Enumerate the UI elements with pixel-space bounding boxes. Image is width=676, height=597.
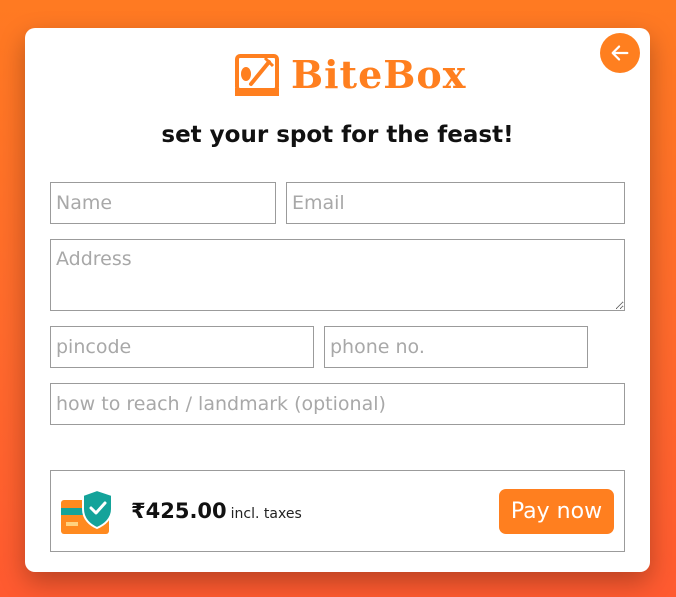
pincode-field[interactable] xyxy=(50,326,314,368)
secure-card-payment-icon xyxy=(61,488,113,534)
brand-logo: BiteBox xyxy=(233,48,466,102)
phone-field[interactable] xyxy=(324,326,588,368)
payment-summary: ₹425.00 incl. taxes Pay now xyxy=(50,470,625,552)
name-field[interactable] xyxy=(50,182,276,224)
pay-now-button[interactable]: Pay now xyxy=(499,489,614,534)
brand-name: BiteBox xyxy=(291,52,467,97)
page-title: set your spot for the feast! xyxy=(161,122,514,148)
address-field[interactable] xyxy=(50,239,625,311)
price-amount: ₹425.00 xyxy=(131,499,227,523)
order-form-card: BiteBox set your spot for the feast! ₹42… xyxy=(25,28,650,572)
order-total: ₹425.00 incl. taxes xyxy=(131,499,302,523)
landmark-field[interactable] xyxy=(50,383,625,425)
taxes-note: incl. taxes xyxy=(230,506,302,522)
email-field[interactable] xyxy=(286,182,625,224)
arrow-left-icon xyxy=(611,45,629,61)
back-button[interactable] xyxy=(600,33,640,73)
food-box-logo-icon xyxy=(235,54,279,96)
